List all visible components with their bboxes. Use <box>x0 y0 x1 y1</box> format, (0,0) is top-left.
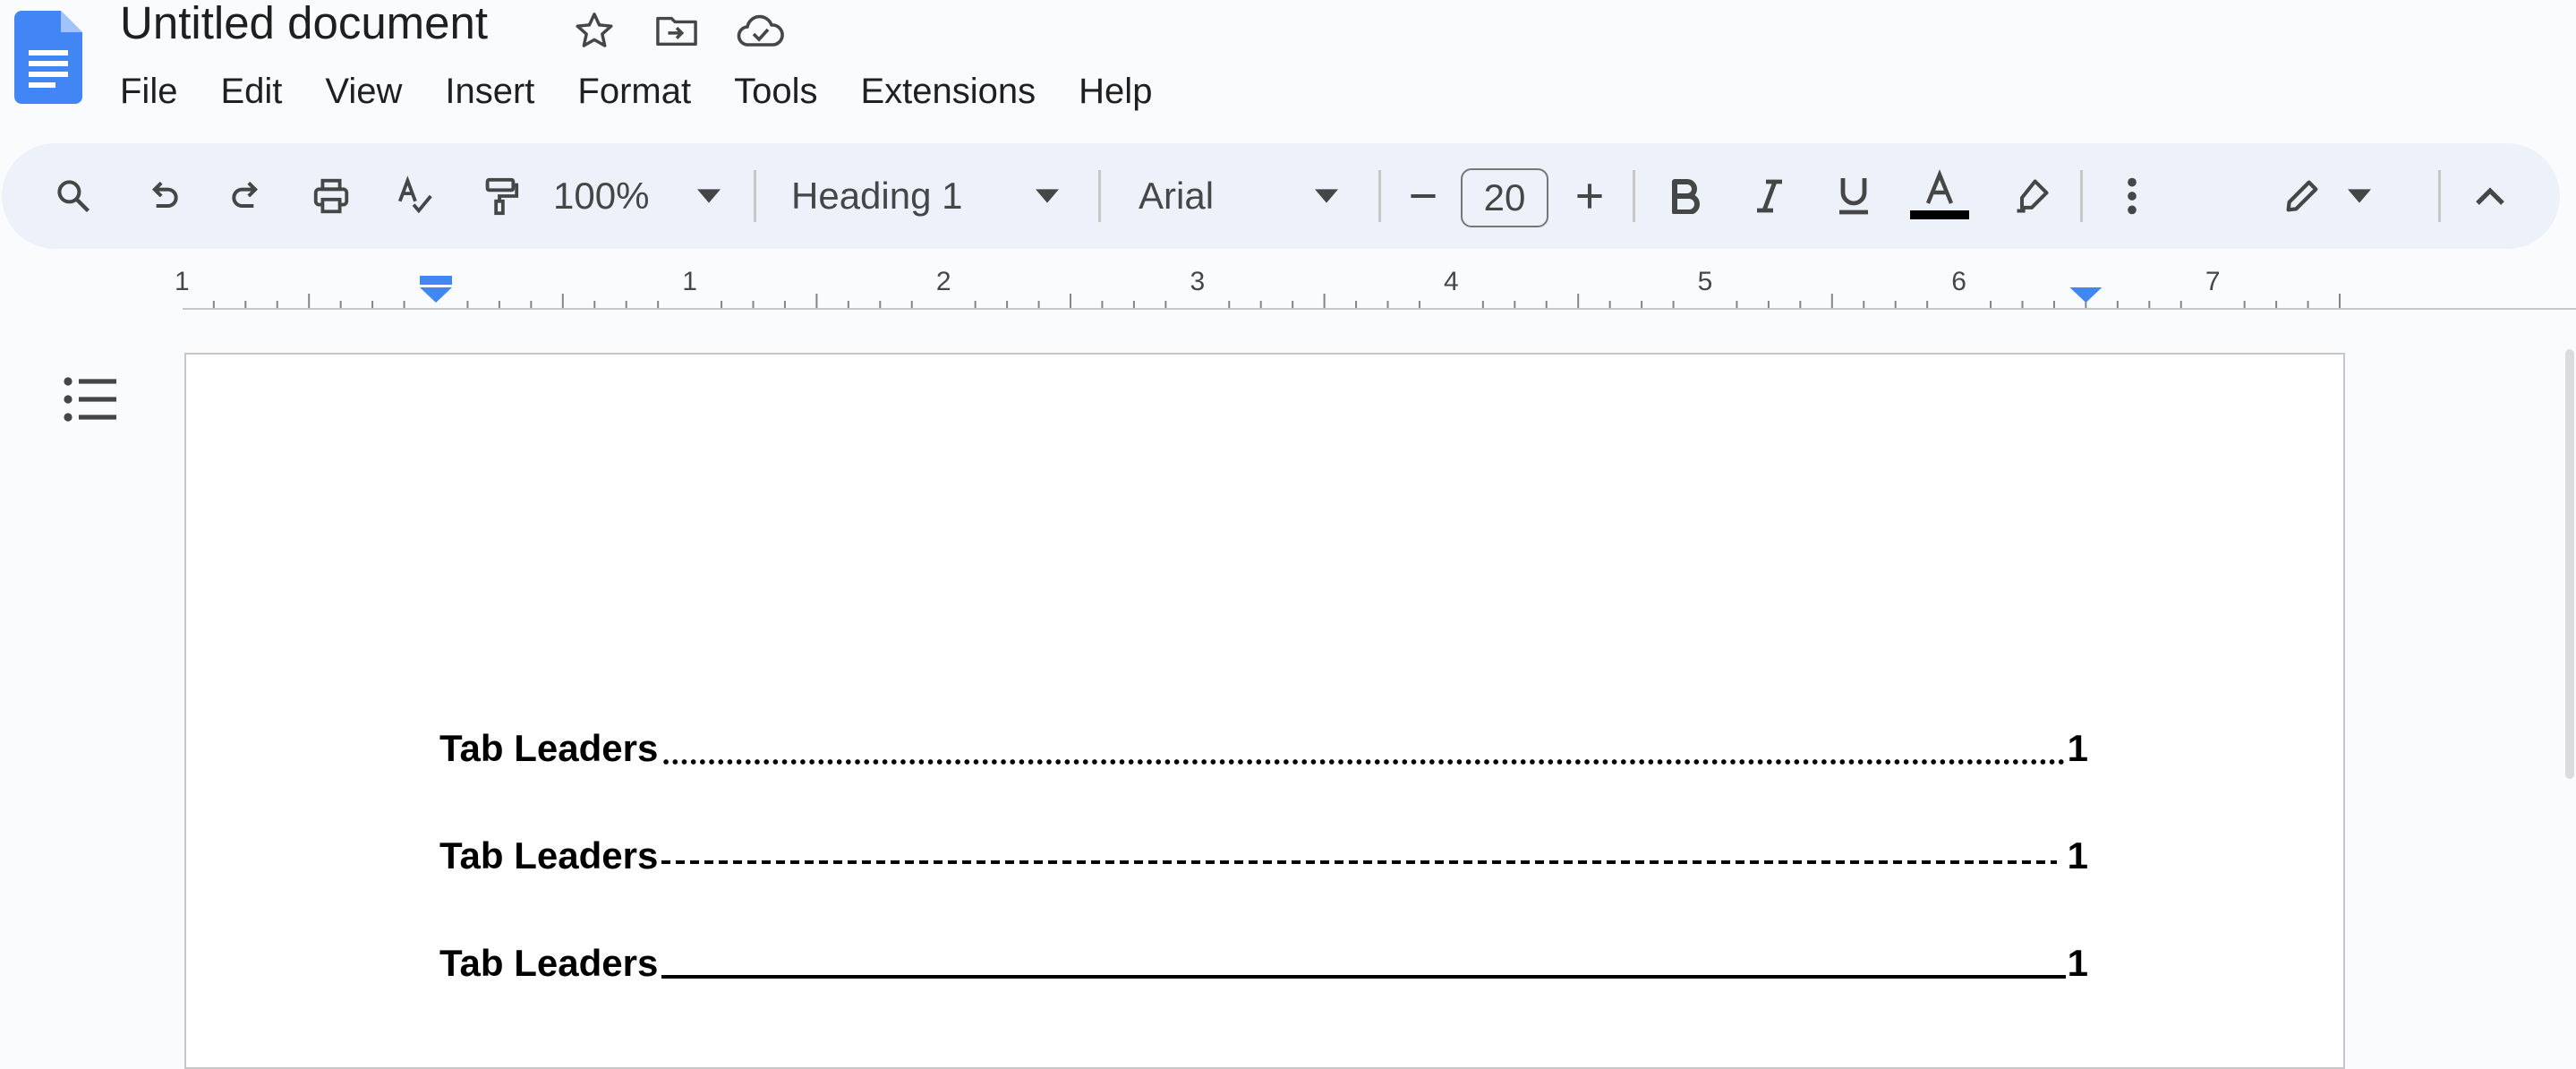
style-dropdown-icon[interactable] <box>1029 143 1065 249</box>
ruler-label: 5 <box>1698 267 1713 296</box>
highlight-icon[interactable] <box>2007 143 2057 249</box>
redo-icon[interactable] <box>222 143 272 249</box>
editing-mode-icon[interactable] <box>2275 143 2329 249</box>
ruler-baseline <box>2345 308 2576 310</box>
toolbar: 100% Heading 1 Arial <box>2 143 2560 249</box>
underline-leader <box>661 921 2066 979</box>
paragraph-style-value: Heading 1 <box>791 175 963 217</box>
ruler-label: 1 <box>682 267 697 296</box>
menu-edit[interactable]: Edit <box>199 68 303 115</box>
font-size-input[interactable]: 20 <box>1461 168 1548 227</box>
toolbar-divider <box>1098 170 1101 222</box>
toc-line-dots[interactable]: Tab Leaders 1 <box>439 716 2088 770</box>
zoom-select[interactable]: 100% <box>553 143 670 249</box>
left-indent-marker <box>420 287 452 303</box>
toc-page-number: 1 <box>2067 727 2088 769</box>
menu-file[interactable]: File <box>98 68 199 115</box>
zoom-value: 100% <box>553 175 650 217</box>
underline-icon[interactable] <box>1831 143 1876 249</box>
horizontal-ruler[interactable]: 1 1 2 3 4 5 6 7 <box>0 260 2576 313</box>
right-indent-marker <box>2069 287 2103 303</box>
ruler-baseline <box>183 308 2345 310</box>
italic-icon[interactable] <box>1747 143 1792 249</box>
decrease-font-icon[interactable] <box>1402 143 1445 249</box>
toc-page-number: 1 <box>2067 834 2088 877</box>
star-icon[interactable] <box>569 5 619 56</box>
paint-format-icon[interactable] <box>474 143 525 249</box>
bold-icon[interactable] <box>1663 143 1708 249</box>
font-dropdown-icon[interactable] <box>1309 143 1344 249</box>
ruler-label: 4 <box>1444 267 1459 296</box>
first-line-indent-marker <box>420 276 452 285</box>
ruler-label: 1 <box>175 267 190 296</box>
toc-line-underline[interactable]: Tab Leaders 1 <box>439 931 2088 985</box>
toolbar-divider <box>2080 170 2083 222</box>
menu-format[interactable]: Format <box>556 68 712 115</box>
toc-label: Tab Leaders <box>439 834 659 877</box>
menu-view[interactable]: View <box>303 68 423 115</box>
ruler-label: 6 <box>1951 267 1966 296</box>
toc-label: Tab Leaders <box>439 727 659 769</box>
print-icon[interactable] <box>306 143 356 249</box>
move-folder-icon[interactable] <box>652 5 702 56</box>
toolbar-divider <box>1378 170 1381 222</box>
dash-leader <box>661 824 2057 877</box>
ruler-label: 7 <box>2205 267 2221 296</box>
docs-logo[interactable] <box>14 11 82 104</box>
zoom-dropdown-icon[interactable] <box>691 143 727 249</box>
toolbar-divider <box>754 170 756 222</box>
spellcheck-icon[interactable] <box>390 143 440 249</box>
cloud-saved-icon[interactable] <box>736 5 786 56</box>
toolbar-divider <box>1633 170 1635 222</box>
toolbar-divider <box>2438 170 2441 222</box>
toc-line-dashes[interactable]: Tab Leaders 1 <box>439 824 2088 877</box>
menu-help[interactable]: Help <box>1057 68 1173 115</box>
menu-insert[interactable]: Insert <box>423 68 556 115</box>
editing-dropdown-icon[interactable] <box>2341 143 2377 249</box>
undo-icon[interactable] <box>138 143 188 249</box>
ruler-label: 3 <box>1190 267 1205 296</box>
menu-extensions[interactable]: Extensions <box>840 68 1058 115</box>
search-icon[interactable] <box>48 143 98 249</box>
menu-bar: File Edit View Insert Format Tools Exten… <box>98 63 1173 120</box>
toc-label: Tab Leaders <box>439 942 659 984</box>
ruler-label: 2 <box>936 267 951 296</box>
menu-tools[interactable]: Tools <box>712 68 839 115</box>
text-color-icon[interactable] <box>1908 143 1971 249</box>
toc-page-number: 1 <box>2067 942 2088 984</box>
more-icon[interactable] <box>2114 143 2150 249</box>
document-outline-icon[interactable] <box>63 374 125 428</box>
collapse-icon[interactable] <box>2465 143 2515 249</box>
vertical-scrollbar[interactable] <box>2565 349 2574 779</box>
font-select[interactable]: Arial <box>1139 143 1318 249</box>
font-value: Arial <box>1139 175 1215 217</box>
document-title[interactable]: Untitled document <box>120 0 488 49</box>
dot-leader <box>661 716 2064 770</box>
increase-font-icon[interactable] <box>1568 143 1611 249</box>
paragraph-style-select[interactable]: Heading 1 <box>791 143 1060 249</box>
